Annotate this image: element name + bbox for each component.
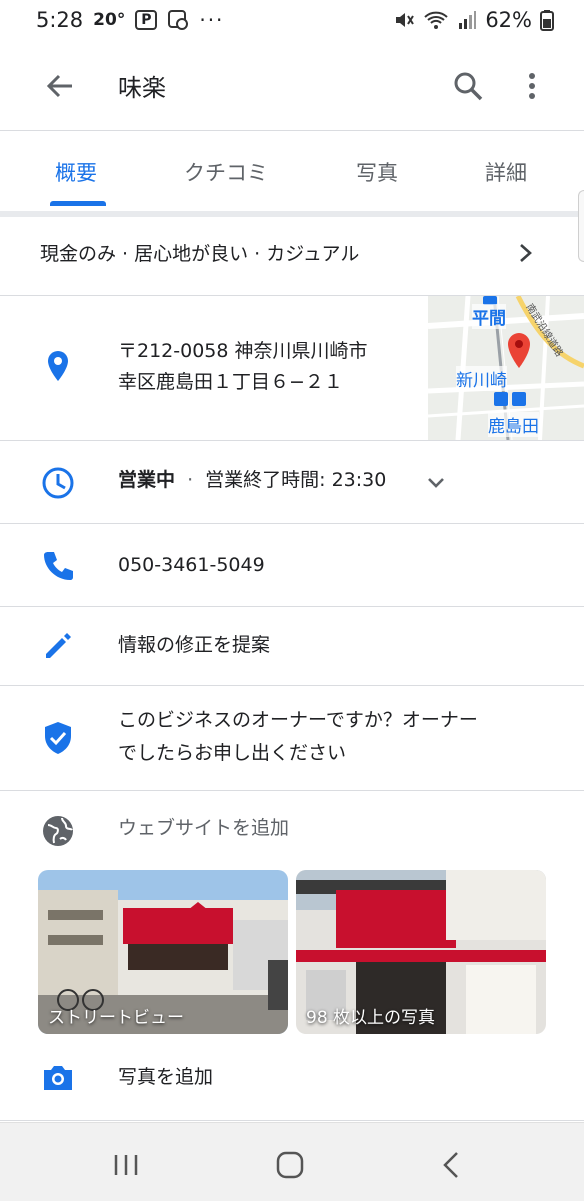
app-bar: 味楽 <box>0 40 584 131</box>
attributes-row[interactable]: 現金のみ · 居心地が良い · カジュアル <box>0 217 584 296</box>
camera-icon <box>44 1066 72 1090</box>
search-icon <box>454 72 483 101</box>
clock-icon <box>42 467 74 499</box>
suggest-edit-row[interactable]: 情報の修正を提案 <box>0 607 584 686</box>
map-label-station-1: 平間 <box>472 304 506 329</box>
chevron-down-icon[interactable] <box>424 471 448 495</box>
tab-bar: 概要 クチコミ 写真 詳細 <box>0 131 584 217</box>
home-button[interactable] <box>270 1145 310 1185</box>
status-temperature: 20° <box>93 10 126 30</box>
open-status: 営業中 <box>118 469 176 491</box>
verified-shield-icon <box>45 722 71 754</box>
photo-strip: ストリートビュー 98 枚以上の写真 <box>0 868 584 1036</box>
signal-icon <box>459 11 477 29</box>
map-label-station-2: 新川崎 <box>456 366 507 391</box>
tab-details[interactable]: 詳細 <box>485 157 527 187</box>
mute-icon <box>396 13 415 27</box>
street-view-thumbnail[interactable]: ストリートビュー <box>38 870 288 1034</box>
chevron-right-icon <box>520 244 532 262</box>
chevron-left-icon <box>443 1152 458 1178</box>
add-website-label: ウェブサイトを追加 <box>118 817 290 839</box>
status-bar-right: 62% <box>393 8 554 32</box>
map-thumbnail[interactable]: 平間 新川崎 鹿島田 南武沿線道路 <box>428 296 584 440</box>
battery-percent: 62% <box>485 8 532 32</box>
claim-business-row[interactable]: このビジネスのオーナーですか？オーナー でしたらお申し出ください <box>0 686 584 791</box>
add-photo-row[interactable]: 写真を追加 <box>0 1040 584 1121</box>
phone-row[interactable]: 050-3461-5049 <box>0 524 584 607</box>
recent-apps-button[interactable] <box>106 1145 146 1185</box>
active-tab-indicator <box>50 201 106 206</box>
status-bar-left: 5:28 20° P ··· <box>36 8 224 32</box>
address-line-2: 幸区鹿島田１丁目６−２１ <box>118 371 343 393</box>
arrow-back-icon <box>46 74 72 98</box>
add-website-row[interactable]: ウェブサイトを追加 <box>0 791 584 867</box>
tab-overview[interactable]: 概要 <box>55 157 97 187</box>
claim-line-1: このビジネスのオーナーですか？オーナー <box>118 709 478 731</box>
address-row[interactable]: 〒212-0058 神奈川県川崎市 幸区鹿島田１丁目６−２１ 平間 新川崎 鹿島… <box>0 296 584 441</box>
battery-icon <box>540 10 554 31</box>
location-notify-icon <box>168 10 189 30</box>
place-title: 味楽 <box>118 74 166 102</box>
phone-number: 050-3461-5049 <box>118 554 265 576</box>
hours-separator: · <box>187 469 194 491</box>
street-view-caption: ストリートビュー <box>48 1008 184 1028</box>
more-options-button[interactable] <box>514 66 550 106</box>
wifi-icon <box>424 11 448 29</box>
back-button[interactable] <box>40 66 80 106</box>
globe-icon <box>43 816 73 846</box>
map-label-station-3: 鹿島田 <box>488 412 539 437</box>
system-nav-bar <box>0 1122 584 1201</box>
parking-app-icon: P <box>135 10 158 30</box>
hours-row[interactable]: 営業中 · 営業終了時間: 23:30 <box>0 441 584 524</box>
photos-thumbnail[interactable]: 98 枚以上の写真 <box>296 870 546 1034</box>
system-back-button[interactable] <box>432 1145 472 1185</box>
status-more-dots: ··· <box>199 8 225 32</box>
status-time: 5:28 <box>36 8 84 32</box>
tab-photos[interactable]: 写真 <box>356 157 398 187</box>
address-line-1: 〒212-0058 神奈川県川崎市 <box>118 340 368 362</box>
claim-line-2: でしたらお申し出ください <box>118 742 347 764</box>
photos-count-caption: 98 枚以上の写真 <box>306 1008 436 1028</box>
pencil-icon <box>46 633 71 658</box>
suggest-edit-label: 情報の修正を提案 <box>118 634 271 656</box>
tab-reviews[interactable]: クチコミ <box>184 157 268 187</box>
phone-icon <box>44 552 73 580</box>
closing-time: 営業終了時間: 23:30 <box>205 469 387 491</box>
home-icon <box>276 1151 304 1179</box>
search-button[interactable] <box>448 66 488 106</box>
attributes-text: 現金のみ · 居心地が良い · カジュアル <box>40 243 360 265</box>
location-pin-icon <box>48 351 68 381</box>
status-bar: 5:28 20° P ··· 62% <box>0 0 584 40</box>
recent-apps-icon <box>114 1155 138 1175</box>
more-vert-icon <box>529 73 535 99</box>
add-photo-label: 写真を追加 <box>118 1066 214 1088</box>
